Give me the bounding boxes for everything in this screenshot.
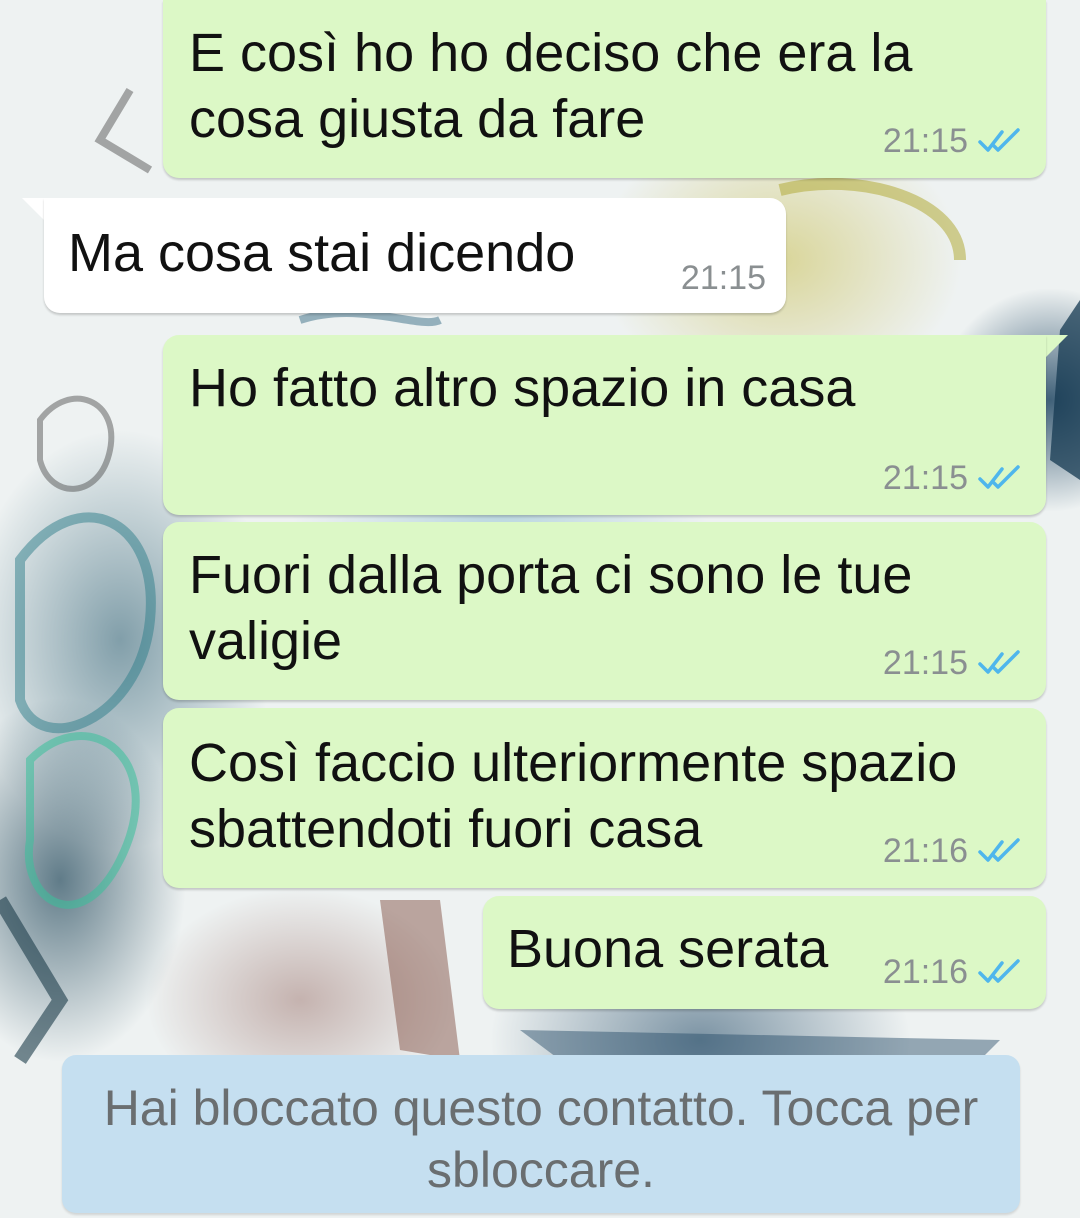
- message-time: 21:15: [882, 459, 968, 497]
- message-time: 21:15: [882, 644, 968, 682]
- double-check-read-icon: [978, 650, 1020, 674]
- message-meta: 21:15: [681, 261, 766, 295]
- incoming-bubble-tail: [22, 198, 46, 222]
- message-meta: 21:15: [883, 124, 1024, 158]
- message-time: 21:15: [680, 259, 766, 297]
- outgoing-message[interactable]: Fuori dalla porta ci sono le tue valigie…: [163, 522, 1046, 700]
- double-check-read-icon: [978, 465, 1020, 489]
- message-time: 21:15: [882, 122, 968, 160]
- message-text: Ma cosa stai dicendo: [68, 223, 576, 283]
- message-time: 21:16: [882, 832, 968, 870]
- blocked-contact-banner[interactable]: Hai bloccato questo contatto. Tocca per …: [62, 1055, 1020, 1213]
- outgoing-message[interactable]: E così ho ho deciso che era la cosa gius…: [163, 0, 1046, 178]
- message-text: Ho fatto altro spazio in casa: [189, 358, 856, 418]
- message-meta: 21:16: [883, 834, 1024, 868]
- outgoing-bubble-tail: [1044, 335, 1068, 359]
- double-check-read-icon: [978, 128, 1020, 152]
- incoming-message[interactable]: Ma cosa stai dicendo 21:15: [44, 198, 786, 313]
- outgoing-message[interactable]: Così faccio ulteriormente spazio sbatten…: [163, 708, 1046, 888]
- outgoing-message[interactable]: Buona serata 21:16: [483, 896, 1046, 1009]
- double-check-read-icon: [978, 838, 1020, 862]
- message-time: 21:16: [882, 953, 968, 991]
- message-meta: 21:15: [883, 461, 1024, 495]
- message-meta: 21:15: [883, 646, 1024, 680]
- outgoing-message[interactable]: Ho fatto altro spazio in casa 21:15: [163, 335, 1046, 515]
- blocked-contact-text: Hai bloccato questo contatto. Tocca per …: [103, 1080, 979, 1198]
- message-meta: 21:16: [883, 955, 1024, 989]
- double-check-read-icon: [978, 959, 1020, 983]
